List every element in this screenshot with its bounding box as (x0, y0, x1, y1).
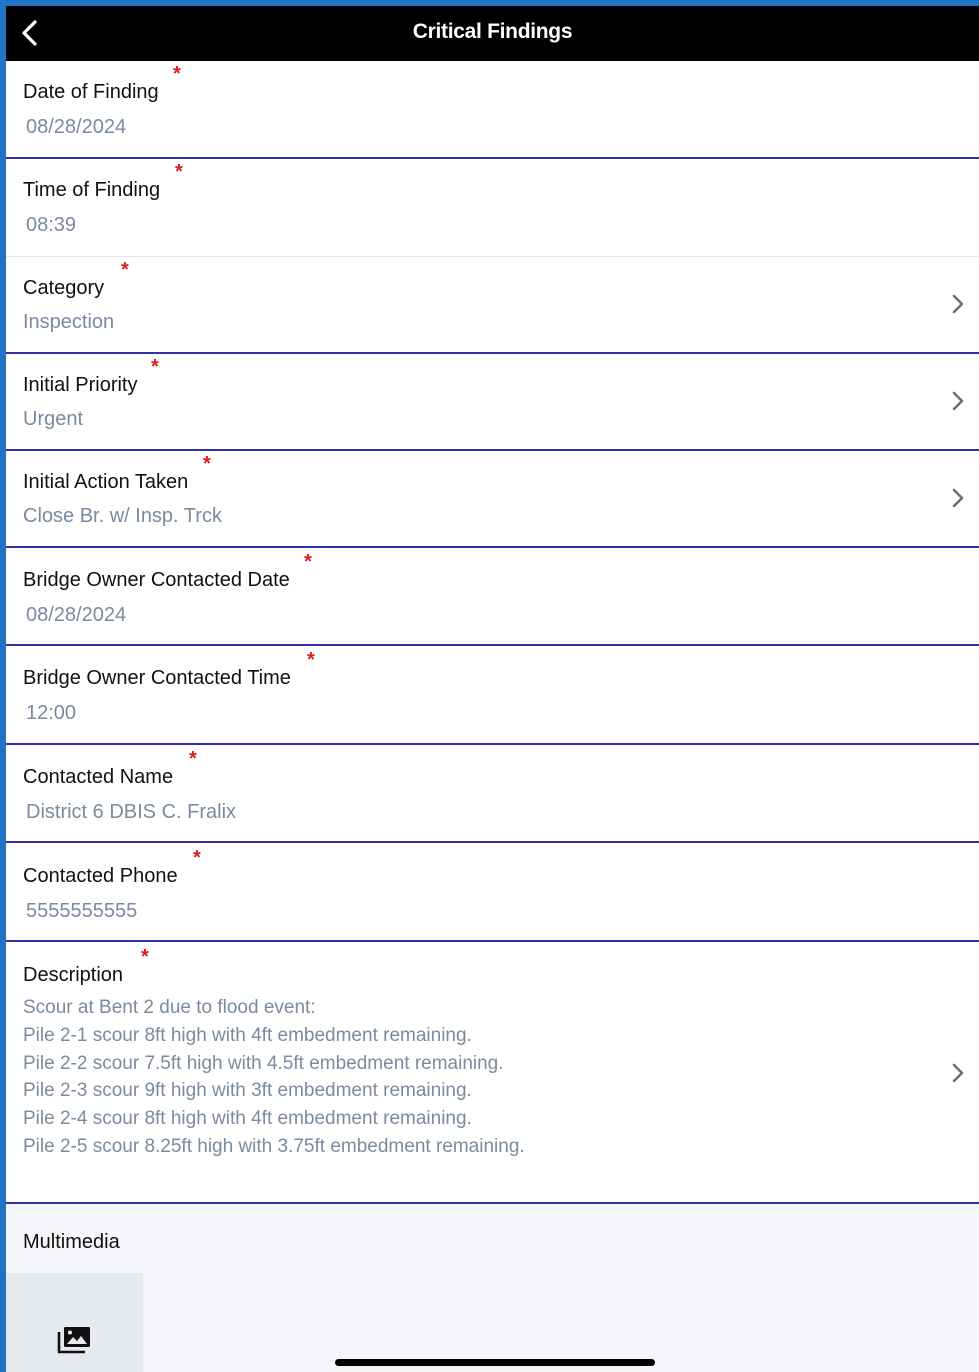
home-indicator[interactable] (335, 1359, 655, 1366)
required-marker: * (193, 847, 201, 869)
contacted-name-field[interactable]: Contacted Name * District 6 DBIS C. Fral… (6, 745, 979, 843)
page-title: Critical Findings (412, 20, 573, 43)
field-label: Initial Action Taken (23, 471, 189, 493)
contacted-phone-field[interactable]: Contacted Phone * 5555555555 (6, 843, 979, 942)
description-field[interactable]: Description * Scour at Bent 2 due to flo… (6, 942, 979, 1204)
app-screen: Critical Findings Date of Finding * 08/2… (6, 6, 979, 1372)
required-marker: * (307, 649, 315, 671)
field-label: Bridge Owner Contacted Date (23, 569, 290, 591)
field-label: Category (23, 277, 105, 299)
field-value: District 6 DBIS C. Fralix (26, 801, 237, 823)
field-value: Urgent (23, 408, 84, 430)
field-value: Inspection (23, 311, 115, 333)
description-line: Pile 2-1 scour 8ft high with 4ft embedme… (23, 1024, 472, 1046)
field-label: Description (23, 964, 124, 986)
field-value: 5555555555 (26, 900, 138, 922)
description-text: Scour at Bent 2 due to flood event: Pile… (23, 994, 525, 1161)
date-of-finding-field[interactable]: Date of Finding * 08/28/2024 (6, 61, 979, 159)
field-value: Close Br. w/ Insp. Trck (23, 505, 222, 527)
field-value: 12:00 (26, 702, 77, 724)
description-line: Pile 2-4 scour 8ft high with 4ft embedme… (23, 1108, 472, 1130)
required-marker: * (175, 161, 183, 183)
description-line: Pile 2-3 scour 9ft high with 3ft embedme… (23, 1080, 472, 1102)
description-line: Pile 2-5 scour 8.25ft high with 3.75ft e… (23, 1135, 525, 1157)
chevron-right-icon (952, 294, 964, 314)
field-label: Date of Finding (23, 81, 159, 103)
required-marker: * (151, 356, 159, 378)
bridge-owner-contacted-date-field[interactable]: Bridge Owner Contacted Date * 08/28/2024 (6, 548, 979, 646)
chevron-right-icon (952, 391, 964, 411)
multimedia-section: Multimedia (6, 1204, 979, 1372)
required-marker: * (173, 63, 181, 85)
field-value: 08/28/2024 (26, 604, 127, 626)
chevron-right-icon (952, 1063, 964, 1083)
chevron-right-icon (952, 488, 964, 508)
field-label: Contacted Phone (23, 865, 178, 887)
field-label: Bridge Owner Contacted Time (23, 667, 291, 689)
description-line: Pile 2-2 scour 7.5ft high with 4.5ft emb… (23, 1052, 504, 1074)
category-field[interactable]: Category * Inspection (6, 257, 979, 354)
field-value: 08:39 (26, 214, 77, 236)
add-media-button[interactable] (6, 1273, 143, 1372)
device-frame: Critical Findings Date of Finding * 08/2… (0, 0, 979, 1372)
description-line: Scour at Bent 2 due to flood event: (23, 997, 316, 1018)
bridge-owner-contacted-time-field[interactable]: Bridge Owner Contacted Time * 12:00 (6, 646, 979, 745)
required-marker: * (121, 259, 129, 281)
required-marker: * (189, 748, 197, 770)
required-marker: * (304, 551, 312, 573)
field-label: Time of Finding (23, 179, 161, 201)
initial-action-taken-field[interactable]: Initial Action Taken * Close Br. w/ Insp… (6, 451, 979, 548)
time-of-finding-field[interactable]: Time of Finding * 08:39 (6, 159, 979, 257)
photo-library-icon (57, 1327, 90, 1354)
multimedia-label: Multimedia (23, 1231, 120, 1253)
required-marker: * (141, 946, 149, 968)
initial-priority-field[interactable]: Initial Priority * Urgent (6, 354, 979, 451)
field-label: Initial Priority (23, 374, 138, 396)
navigation-bar: Critical Findings (6, 6, 979, 61)
field-label: Contacted Name (23, 766, 174, 788)
required-marker: * (203, 453, 211, 475)
field-value: 08/28/2024 (26, 116, 127, 138)
